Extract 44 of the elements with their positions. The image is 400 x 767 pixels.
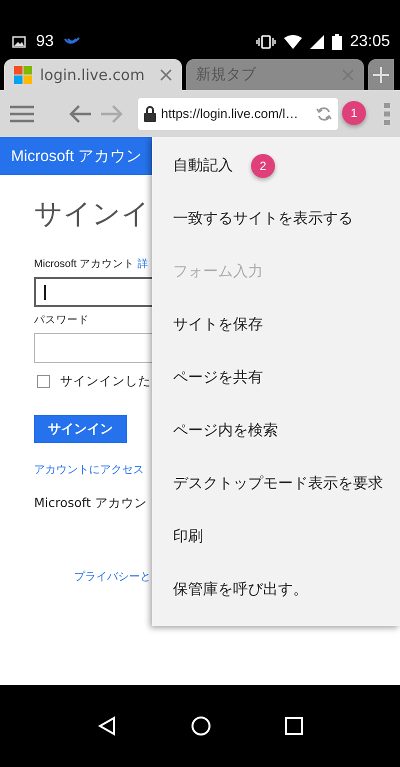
menu-item[interactable]: 一致するサイトを表示する [173, 209, 353, 228]
back-arrow-icon[interactable] [68, 104, 92, 124]
recents-icon[interactable] [285, 717, 303, 735]
browser-tab[interactable]: login.live.com [4, 59, 182, 90]
home-icon[interactable] [191, 716, 211, 736]
vibrate-icon [256, 35, 276, 49]
battery-icon [332, 34, 342, 50]
privacy-link[interactable]: プライバシーと [74, 569, 151, 584]
new-tab-button[interactable] [368, 59, 394, 90]
address-bar[interactable]: https://login.live.com/l… [138, 98, 338, 130]
step-marker: 2 [251, 154, 275, 178]
step-marker: 1 [342, 101, 366, 125]
field-label: パスワード [34, 313, 89, 327]
menu-item[interactable]: 自動記入 [173, 156, 233, 175]
footer-text: Microsoft アカウン [34, 495, 147, 512]
close-icon[interactable] [160, 68, 172, 80]
menu-item[interactable]: ページを共有 [173, 368, 263, 387]
details-link[interactable]: 詳 [137, 258, 148, 270]
site-title: Microsoft アカウン [11, 146, 142, 166]
clock: 23:05 [350, 33, 390, 51]
field-label: Microsoft アカウント [34, 258, 135, 270]
page-heading: サインイ [34, 196, 150, 232]
account-access-link[interactable]: アカウントにアクセス [34, 462, 144, 477]
image-icon [12, 36, 26, 48]
signal-icon [310, 35, 324, 49]
checkbox-label: サインインした [60, 373, 151, 390]
checkbox[interactable] [37, 375, 50, 388]
menu-item[interactable]: ページ内を検索 [173, 421, 278, 440]
menu-item[interactable]: サイトを保存 [173, 315, 263, 334]
sign-in-button[interactable]: サインイン [34, 415, 127, 443]
menu-item[interactable]: 保管庫を呼び出す。 [173, 580, 308, 599]
menu-item[interactable]: デスクトップモード表示を要求 [173, 474, 383, 493]
wifi-icon [284, 35, 302, 49]
plus-icon [373, 66, 389, 82]
forward-arrow-icon[interactable] [100, 104, 124, 124]
bird-icon [64, 37, 80, 47]
overflow-menu-icon[interactable] [384, 102, 390, 124]
notification-count: 93 [36, 33, 54, 51]
reload-icon[interactable] [316, 106, 332, 122]
lock-icon [144, 106, 156, 122]
back-icon[interactable] [97, 716, 117, 736]
menu-icon[interactable] [10, 104, 34, 122]
windows-logo-icon [14, 66, 32, 84]
menu-item[interactable]: 印刷 [173, 527, 203, 546]
